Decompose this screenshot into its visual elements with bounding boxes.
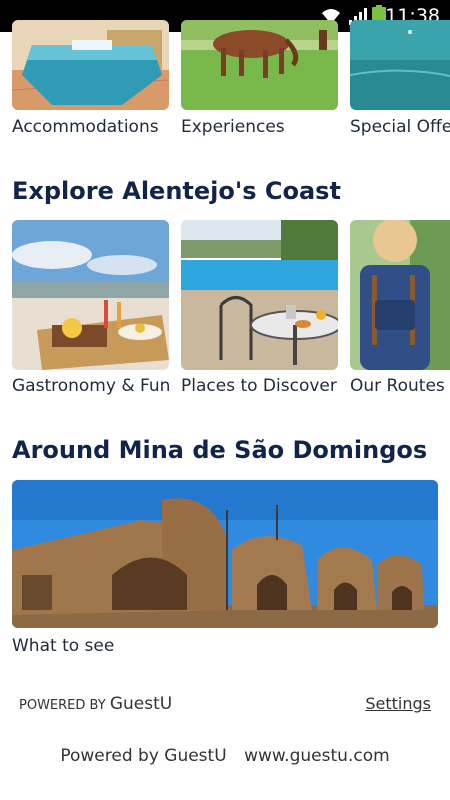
places-card[interactable]: [181, 220, 338, 370]
experiences-label[interactable]: Experiences: [181, 117, 285, 137]
footer-powered-text: Powered by GuestU: [60, 746, 227, 766]
routes-image: [350, 220, 450, 370]
footer-url-link[interactable]: www.guestu.com: [244, 746, 390, 766]
places-label[interactable]: Places to Discover: [181, 376, 337, 396]
powered-by-guestu: POWERED BY GuestU: [19, 694, 172, 714]
routes-card[interactable]: [350, 220, 450, 370]
powered-by-brand: GuestU: [109, 694, 173, 714]
experiences-card[interactable]: [181, 20, 338, 110]
places-image: [181, 220, 338, 370]
what-to-see-label[interactable]: What to see: [12, 636, 114, 656]
gastronomy-image: [12, 220, 169, 370]
powered-by-prefix: POWERED BY: [19, 698, 106, 713]
gastronomy-label[interactable]: Gastronomy & Fun: [12, 376, 170, 396]
special-offers-card[interactable]: [350, 20, 450, 110]
footer: Powered by GuestU www.guestu.com: [0, 746, 450, 766]
accommodations-label[interactable]: Accommodations: [12, 117, 159, 137]
routes-label[interactable]: Our Routes: [350, 376, 445, 396]
what-to-see-card[interactable]: [12, 480, 438, 628]
experiences-image: [181, 20, 338, 110]
special-offers-image: [350, 20, 450, 110]
gastronomy-card[interactable]: [12, 220, 169, 370]
mina-section-title: Around Mina de São Domingos: [12, 436, 428, 464]
accommodations-card[interactable]: [12, 20, 169, 110]
special-offers-label[interactable]: Special Offe: [350, 117, 450, 137]
coast-section-title: Explore Alentejo's Coast: [12, 177, 341, 205]
accommodations-image: [12, 20, 169, 110]
what-to-see-image: [12, 480, 438, 628]
settings-link[interactable]: Settings: [365, 694, 431, 713]
